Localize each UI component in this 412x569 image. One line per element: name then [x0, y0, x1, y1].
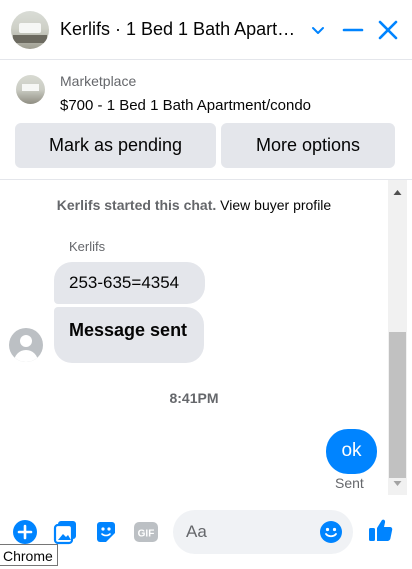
- sender-name: Kerlifs: [69, 239, 106, 254]
- incoming-message[interactable]: 253-635=4354: [54, 262, 205, 304]
- sticker-icon[interactable]: [93, 519, 119, 545]
- marketplace-listing: Marketplace $700 - 1 Bed 1 Bath Apartmen…: [0, 60, 412, 180]
- avatar[interactable]: [9, 328, 43, 362]
- notice-text: Kerlifs started this chat.: [56, 197, 217, 213]
- chat-header: Kerlifs · 1 Bed 1 Bath Apart…: [0, 0, 412, 60]
- chat-title[interactable]: Kerlifs · 1 Bed 1 Bath Apart…: [60, 19, 298, 40]
- listing-kind: Marketplace: [60, 73, 137, 89]
- like-icon[interactable]: [368, 517, 394, 543]
- scrollbar-thumb[interactable]: [389, 332, 406, 478]
- avatar-body: [14, 350, 38, 362]
- emoji-icon[interactable]: [319, 520, 343, 544]
- minimize-icon[interactable]: [341, 18, 365, 42]
- more-options-button[interactable]: More options: [221, 123, 395, 168]
- message-composer: GIF Aa: [0, 500, 412, 569]
- listing-title[interactable]: $700 - 1 Bed 1 Bath Apartment/condo: [60, 97, 311, 114]
- message-thread: Kerlifs started this chat. View buyer pr…: [0, 180, 388, 500]
- chevron-down-icon[interactable]: [306, 18, 330, 42]
- scroll-up-arrow-icon[interactable]: [391, 186, 404, 199]
- message-input-placeholder: Aa: [186, 522, 207, 541]
- message-input[interactable]: Aa: [173, 510, 353, 554]
- thumbnail-window: [22, 84, 39, 91]
- listing-thumbnail-small[interactable]: [16, 75, 45, 104]
- message-timestamp: 8:41PM: [169, 390, 219, 406]
- scroll-down-arrow-icon[interactable]: [391, 477, 404, 490]
- chat-scrollbar[interactable]: [388, 180, 407, 495]
- message-status: Sent: [335, 475, 364, 491]
- photo-icon[interactable]: [53, 519, 79, 545]
- thumbnail-floor: [13, 35, 47, 43]
- thumbnail-window: [19, 23, 41, 33]
- plus-circle-icon[interactable]: [12, 519, 38, 545]
- outgoing-message[interactable]: ok: [326, 429, 377, 474]
- listing-thumbnail[interactable]: [11, 11, 49, 49]
- mark-as-pending-button[interactable]: Mark as pending: [15, 123, 216, 168]
- browser-tooltip: Chrome: [0, 544, 58, 566]
- view-buyer-profile-link[interactable]: View buyer profile: [220, 197, 331, 213]
- chat-start-notice: Kerlifs started this chat. View buyer pr…: [0, 197, 388, 213]
- incoming-message[interactable]: Message sent: [54, 307, 204, 363]
- close-icon[interactable]: [376, 18, 400, 42]
- gif-label: GIF: [138, 529, 155, 540]
- gif-icon[interactable]: GIF: [133, 519, 159, 545]
- avatar-head: [20, 335, 32, 347]
